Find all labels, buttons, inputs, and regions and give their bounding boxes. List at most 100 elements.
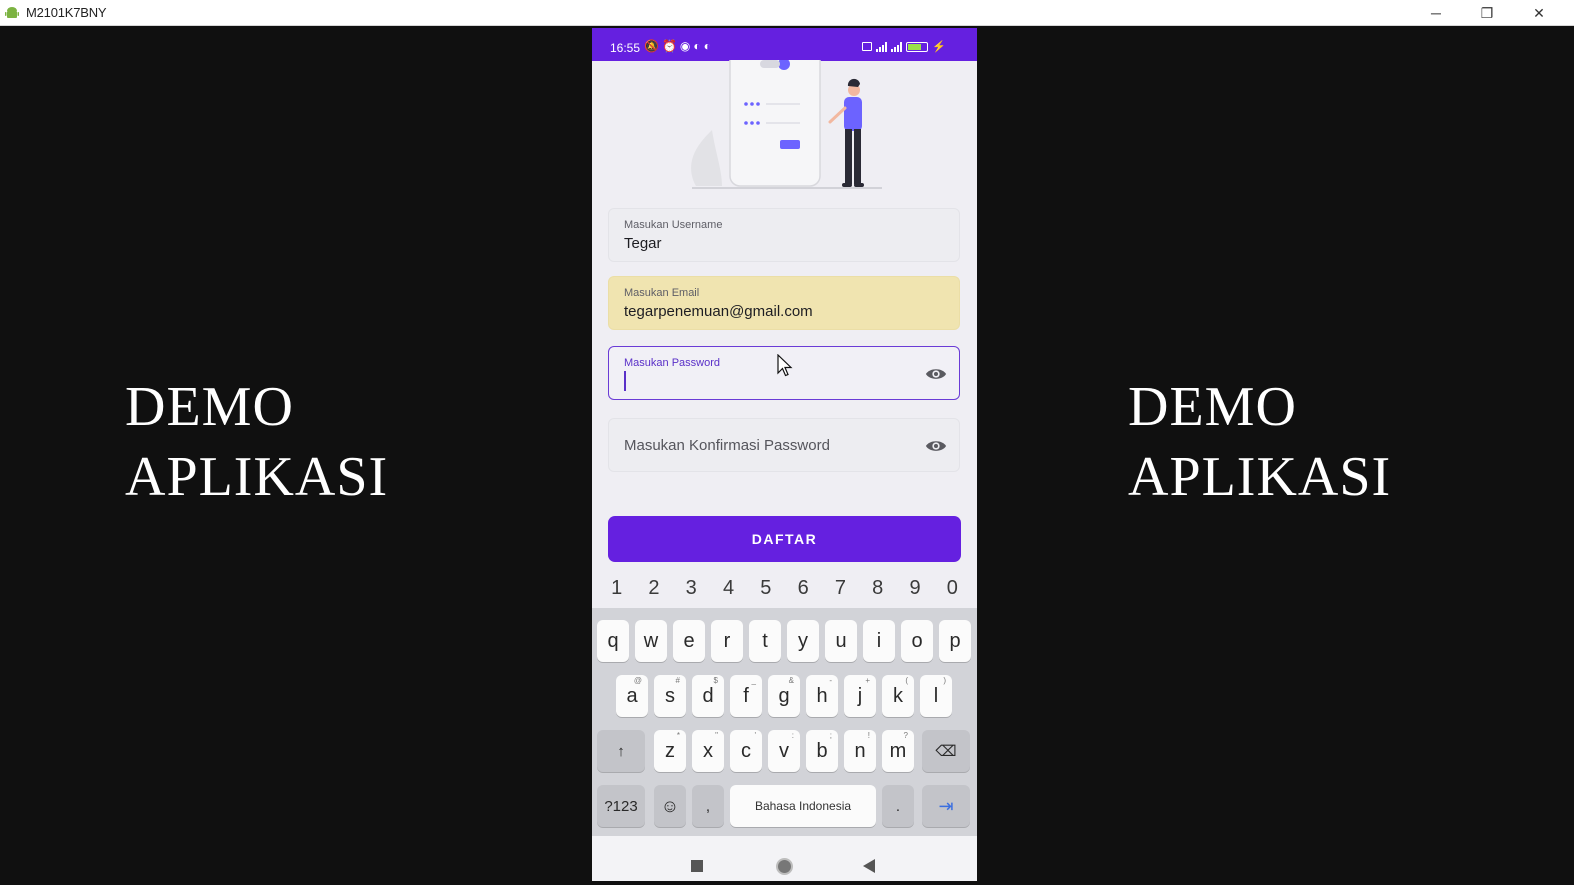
status-right-icons: ⚡ [862, 40, 946, 53]
status-bar: 16:55 🔕⏰◉◐◐ ⚡ [592, 28, 977, 61]
key-d[interactable]: d $ [692, 675, 724, 717]
key-l-label: l [933, 684, 939, 707]
key-0[interactable]: 0 [937, 577, 967, 600]
phone-screen: 16:55 🔕⏰◉◐◐ ⚡ Masukan Username Tegar Mas… [592, 28, 977, 881]
key-a-label: a [626, 684, 638, 707]
mouse-pointer-icon [777, 354, 793, 377]
key-j-alt: + [865, 676, 870, 685]
key-v[interactable]: v: [768, 730, 800, 772]
key-u[interactable]: u [825, 620, 857, 662]
android-nav-bar [592, 836, 977, 881]
key-f[interactable]: f _ [730, 675, 762, 717]
backspace-key[interactable]: ⌫ [922, 730, 970, 772]
android-icon [5, 7, 19, 18]
eye-icon[interactable] [925, 364, 947, 384]
key-c-label: c [741, 739, 751, 762]
key-x[interactable]: x " [692, 730, 724, 772]
email-value: tegarpenemuan@gmail.com [624, 303, 813, 320]
key-c-alt: ' [754, 731, 756, 740]
key-9[interactable]: 9 [900, 577, 930, 600]
key-j[interactable]: j + [844, 675, 876, 717]
key-7[interactable]: 7 [825, 577, 855, 600]
email-label: Masukan Email [624, 287, 700, 299]
key-i[interactable]: i [863, 620, 895, 662]
key-k-label: k [893, 684, 903, 707]
caption-left-line1: DEMO [125, 376, 294, 438]
status-time: 16:55 [610, 41, 641, 55]
key-5[interactable]: 5 [751, 577, 781, 600]
minimize-button[interactable]: ─ [1411, 0, 1461, 26]
text-cursor [624, 371, 626, 391]
notification-icons: 🔕⏰◉◐◐ [644, 39, 714, 53]
restore-button[interactable]: ❐ [1462, 0, 1512, 26]
key-d-alt: $ [713, 676, 718, 685]
comma-key[interactable]: , [692, 785, 724, 827]
confirm-password-placeholder: Masukan Konfirmasi Password [624, 437, 830, 454]
period-key[interactable]: . [882, 785, 914, 827]
key-h[interactable]: h- [806, 675, 838, 717]
key-p[interactable]: p [939, 620, 971, 662]
key-z[interactable]: z * [654, 730, 686, 772]
key-b-alt: ; [829, 731, 832, 740]
keyboard-row-4: ?123 ☺ , Bahasa Indonesia . ⇥ [592, 785, 977, 831]
window-title-bar: M2101K7BNY ─ ❐ ✕ [0, 0, 1574, 26]
key-r[interactable]: r [711, 620, 743, 662]
keyboard-row-2: a @ s # d $ f _ g & h- j + k( l) [592, 675, 977, 721]
key-n-label: n [854, 739, 866, 762]
soft-keyboard: q w e r t y u i o p a @ s # d $ f _ g & h- j +… [592, 608, 977, 836]
key-o[interactable]: o [901, 620, 933, 662]
key-4[interactable]: 4 [714, 577, 744, 600]
sim-icon [862, 42, 872, 51]
daftar-button[interactable]: DAFTAR [608, 516, 961, 562]
symbols-key[interactable]: ?123 [597, 785, 645, 827]
key-m-label: m [889, 739, 907, 762]
username-value: Tegar [624, 235, 662, 252]
key-h-label: h [816, 684, 828, 707]
key-g-alt: & [788, 676, 794, 685]
key-v-alt: : [791, 731, 794, 740]
eye-icon[interactable] [925, 436, 947, 456]
key-l[interactable]: l) [920, 675, 952, 717]
username-label: Masukan Username [624, 219, 723, 231]
key-h-alt: - [829, 676, 832, 685]
key-b[interactable]: b; [806, 730, 838, 772]
password-label: Masukan Password [624, 357, 720, 369]
home-button[interactable] [776, 858, 793, 875]
key-a[interactable]: a @ [616, 675, 648, 717]
key-y[interactable]: y [787, 620, 819, 662]
email-field[interactable]: Masukan Email tegarpenemuan@gmail.com [608, 276, 960, 330]
key-f-label: f [743, 684, 749, 707]
key-z-alt: * [676, 731, 680, 740]
shift-key[interactable]: ↑ [597, 730, 645, 772]
username-field[interactable]: Masukan Username Tegar [608, 208, 960, 262]
key-m[interactable]: m? [882, 730, 914, 772]
close-button[interactable]: ✕ [1514, 0, 1564, 26]
key-w[interactable]: w [635, 620, 667, 662]
back-button[interactable] [863, 859, 875, 873]
key-3[interactable]: 3 [676, 577, 706, 600]
key-g[interactable]: g & [768, 675, 800, 717]
key-2[interactable]: 2 [639, 577, 669, 600]
key-q[interactable]: q [597, 620, 629, 662]
recents-button[interactable] [691, 860, 703, 872]
key-s-label: s [665, 684, 675, 707]
key-k-alt: ( [905, 676, 908, 685]
key-s[interactable]: s # [654, 675, 686, 717]
caption-right-line2: APLIKASI [1128, 446, 1392, 508]
key-z-label: z [665, 739, 675, 762]
key-t[interactable]: t [749, 620, 781, 662]
enter-key[interactable]: ⇥ [922, 785, 970, 827]
signal-icon [876, 41, 887, 52]
key-c[interactable]: c ' [730, 730, 762, 772]
key-1[interactable]: 1 [602, 577, 632, 600]
key-n[interactable]: n! [844, 730, 876, 772]
emoji-key[interactable]: ☺ [654, 785, 686, 827]
confirm-password-field[interactable]: Masukan Konfirmasi Password [608, 418, 960, 472]
key-d-label: d [702, 684, 714, 707]
key-m-alt: ? [903, 731, 908, 740]
key-8[interactable]: 8 [863, 577, 893, 600]
space-key[interactable]: Bahasa Indonesia [730, 785, 876, 827]
key-6[interactable]: 6 [788, 577, 818, 600]
key-k[interactable]: k( [882, 675, 914, 717]
key-e[interactable]: e [673, 620, 705, 662]
